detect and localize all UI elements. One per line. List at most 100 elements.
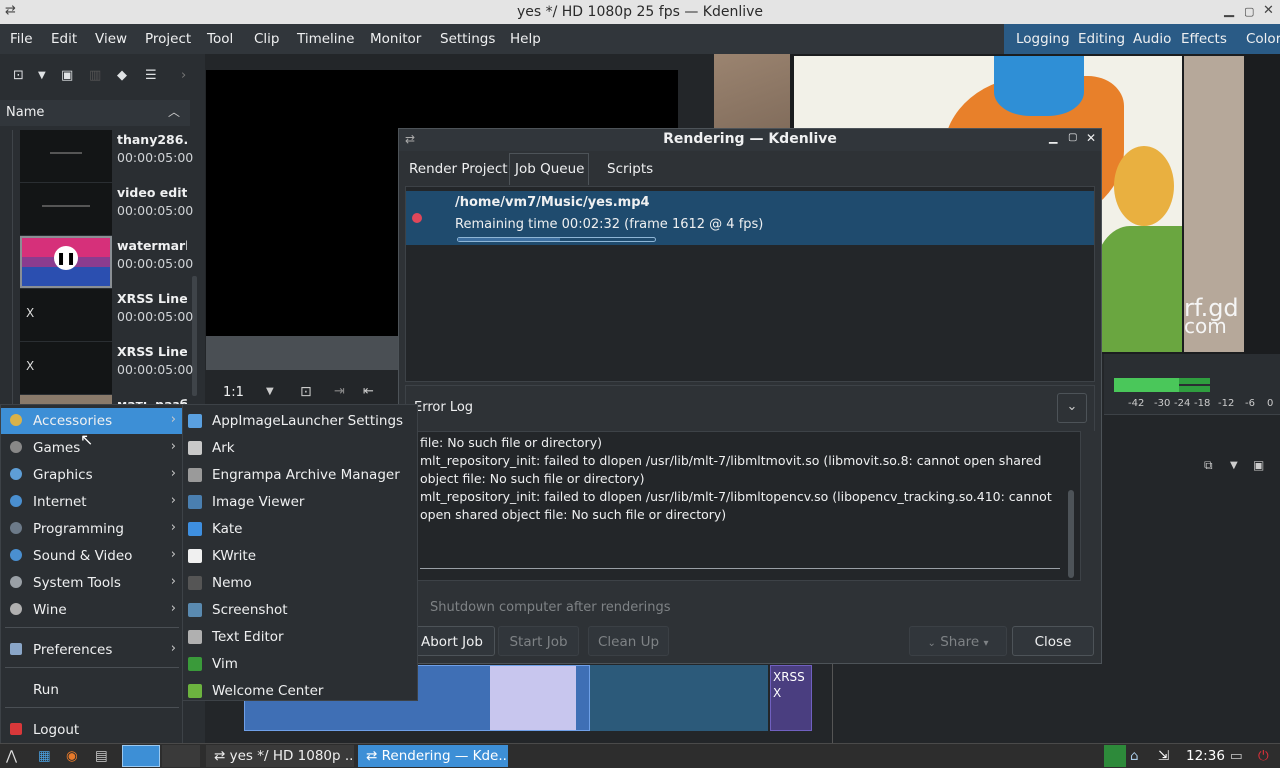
minimize-icon[interactable]: ▁ [1224, 3, 1234, 18]
fit-icon[interactable]: ⊡ [300, 384, 312, 400]
column-name[interactable]: Name [6, 105, 44, 120]
network-icon[interactable]: ⌂ [1130, 745, 1139, 767]
link-icon[interactable]: ⧉ [1204, 458, 1213, 473]
clip-duration: 00:00:05:00 [117, 309, 194, 324]
tab-scripts[interactable]: Scripts [605, 153, 665, 185]
menu-view[interactable]: View [95, 31, 127, 47]
menu-monitor[interactable]: Monitor [370, 31, 421, 47]
bin-clip[interactable]: thany286.m 00:00:05:00 [20, 130, 193, 183]
menu-settings[interactable]: Settings [440, 31, 495, 47]
app-nemo[interactable]: Nemo [183, 570, 417, 596]
power-icon[interactable]: ⏻ [1258, 745, 1269, 767]
task-rendering[interactable]: ⇄ Rendering — Kde... [358, 745, 508, 767]
menu-item-preferences[interactable]: Preferences › [1, 637, 182, 663]
preferences-icon [10, 643, 22, 655]
app-vim[interactable]: Vim [183, 651, 417, 677]
menu-item-wine[interactable]: Wine › [1, 597, 182, 623]
app-label: Screenshot [212, 602, 288, 618]
bin-clip[interactable]: X XRSS Liner 00:00:05:00 [20, 289, 193, 342]
log-divider [420, 568, 1060, 569]
close-button[interactable]: Close [1012, 626, 1094, 656]
chevron-right-icon: › [170, 641, 176, 656]
task-kdenlive[interactable]: ⇄ yes */ HD 1080p ... [206, 745, 354, 767]
workspace-1[interactable] [122, 745, 160, 767]
folder-icon[interactable]: ▣ [61, 68, 73, 83]
bin-scrollbar[interactable] [192, 276, 197, 396]
app-engrampa-archive-manager[interactable]: Engrampa Archive Manager [183, 462, 417, 488]
menu-tool[interactable]: Tool [207, 31, 233, 47]
tab-job-queue[interactable]: Job Queue [509, 153, 589, 185]
app-kwrite[interactable]: KWrite [183, 543, 417, 569]
monitor-ruler[interactable] [206, 336, 398, 370]
chevron-down-icon[interactable]: ⌄ [1057, 393, 1087, 423]
app-menu-icon[interactable]: ⋀ [6, 745, 17, 767]
job-queue-list[interactable]: /home/vm7/Music/yes.mp4 Remaining time 0… [405, 186, 1095, 382]
workspace-audio[interactable]: Audio [1133, 31, 1171, 47]
window-list-icon[interactable]: ▤ [95, 745, 108, 767]
chevron-down-icon[interactable]: ▼ [1230, 460, 1238, 471]
app-welcome-center[interactable]: Welcome Center [183, 678, 417, 704]
workspace-logging[interactable]: Logging [1016, 31, 1070, 47]
app-text-editor[interactable]: Text Editor [183, 624, 417, 650]
dock-icon[interactable]: ▣ [1253, 458, 1264, 472]
menu-icon[interactable]: ☰ [145, 68, 157, 83]
timeline-clip-xrss[interactable]: XRSS X [770, 665, 812, 731]
menu-edit[interactable]: Edit [51, 31, 77, 47]
app-image-viewer[interactable]: Image Viewer [183, 489, 417, 515]
shutdown-checkbox-label[interactable]: Shutdown computer after renderings [430, 600, 671, 615]
menu-file[interactable]: File [10, 31, 33, 47]
files-icon[interactable]: ▦ [38, 745, 51, 767]
firefox-icon[interactable]: ◉ [66, 745, 78, 767]
menu-clip[interactable]: Clip [254, 31, 280, 47]
app-appimagelauncher-settings[interactable]: AppImageLauncher Settings [183, 408, 417, 434]
bin-clip[interactable]: video edite 00:00:05:00 [20, 183, 193, 236]
menu-item-system-tools[interactable]: System Tools › [1, 570, 182, 596]
bin-column-header[interactable]: Name ︿ [0, 100, 190, 126]
window-title: yes */ HD 1080p 25 fps — Kdenlive [516, 4, 764, 20]
app-ark[interactable]: Ark [183, 435, 417, 461]
menu-item-graphics[interactable]: Graphics › [1, 462, 182, 488]
menu-item-run[interactable]: Run [1, 677, 182, 703]
chevron-down-icon[interactable]: ▼ [38, 70, 46, 81]
add-clip-icon[interactable]: ⊡ [13, 68, 24, 83]
close-icon[interactable]: ✕ [1263, 3, 1274, 18]
clip-thumbnail [20, 183, 112, 235]
tab-render-project[interactable]: Render Project [405, 153, 513, 185]
maximize-icon[interactable]: ▢ [1244, 5, 1254, 18]
start-job-button[interactable]: Start Job [498, 626, 579, 656]
workspace-editing[interactable]: Editing [1078, 31, 1125, 47]
app-screenshot[interactable]: Screenshot [183, 597, 417, 623]
trash-icon[interactable]: ▥ [89, 68, 101, 83]
zoom-select[interactable]: 1:1 [223, 385, 244, 400]
app-kate[interactable]: Kate [183, 516, 417, 542]
log-scrollbar[interactable] [1068, 490, 1074, 578]
volume-icon[interactable]: ▭ [1230, 745, 1243, 767]
chevron-right-icon[interactable]: › [181, 68, 186, 83]
minimize-icon[interactable]: ▁ [1049, 131, 1057, 144]
menu-item-internet[interactable]: Internet › [1, 489, 182, 515]
chevron-down-icon[interactable]: ▼ [266, 386, 274, 397]
clock[interactable]: 12:36 [1186, 745, 1225, 767]
menu-item-logout[interactable]: Logout [1, 717, 182, 743]
clean-up-button[interactable]: Clean Up [588, 626, 669, 656]
workspace-effects[interactable]: Effects [1181, 31, 1227, 47]
close-icon[interactable]: ✕ [1086, 131, 1096, 145]
bin-clip[interactable]: ❚❚ watermark 00:00:05:00 [20, 236, 193, 289]
menu-item-programming[interactable]: Programming › [1, 516, 182, 542]
job-row[interactable]: /home/vm7/Music/yes.mp4 Remaining time 0… [406, 191, 1094, 245]
menu-help[interactable]: Help [510, 31, 541, 47]
workspace-color[interactable]: Color [1246, 31, 1280, 47]
bin-clip[interactable]: X XRSS Liner 00:00:05:00 [20, 342, 193, 395]
error-log-text[interactable]: file: No such file or directory) mlt_rep… [415, 431, 1081, 581]
maximize-icon[interactable]: ▢ [1068, 132, 1077, 143]
zone-out-icon[interactable]: ⇤ [363, 384, 374, 399]
abort-job-button[interactable]: Abort Job [409, 626, 495, 656]
menu-project[interactable]: Project [145, 31, 191, 47]
menu-timeline[interactable]: Timeline [297, 31, 354, 47]
workspace-2[interactable] [162, 745, 200, 767]
share-button[interactable]: ⌄ Share ▾ [909, 626, 1007, 656]
menu-item-sound-video[interactable]: Sound & Video › [1, 543, 182, 569]
tag-icon[interactable]: ◆ [117, 68, 127, 83]
exit-icon[interactable]: ⇲ [1158, 745, 1169, 767]
zone-in-icon[interactable]: ⇥ [334, 384, 345, 399]
